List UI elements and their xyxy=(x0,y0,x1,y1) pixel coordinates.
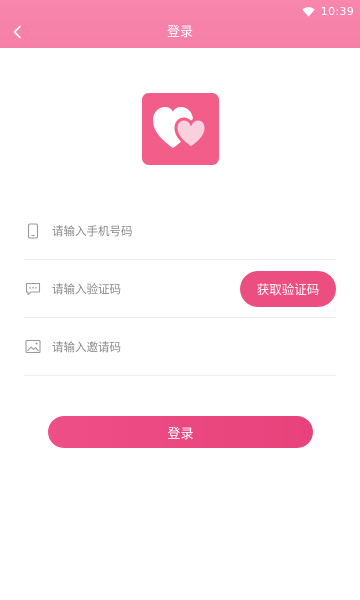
status-time: 10:39 xyxy=(320,4,354,18)
login-button[interactable]: 登录 xyxy=(48,416,313,448)
phone-row xyxy=(24,202,336,260)
invite-row xyxy=(24,318,336,376)
phone-icon xyxy=(24,222,42,240)
message-icon xyxy=(24,280,42,298)
header: 登录 xyxy=(0,18,360,48)
page-title: 登录 xyxy=(166,25,193,40)
top-bar: 10:39 登录 xyxy=(0,0,360,48)
verification-code-input[interactable] xyxy=(52,277,252,300)
image-icon xyxy=(24,338,42,356)
invite-code-input[interactable] xyxy=(52,335,252,358)
code-row: 获取验证码 xyxy=(24,260,336,318)
login-screen: 10:39 登录 请输入手机号码 请输入验证码 获取验证码 请输入邀请码 登录 xyxy=(0,0,360,600)
hearts-logo-icon xyxy=(151,102,211,156)
status-bar: 10:39 xyxy=(0,0,360,18)
get-code-button[interactable]: 获取验证码 xyxy=(240,270,336,307)
app-logo xyxy=(142,93,219,165)
phone-input[interactable] xyxy=(52,219,252,242)
